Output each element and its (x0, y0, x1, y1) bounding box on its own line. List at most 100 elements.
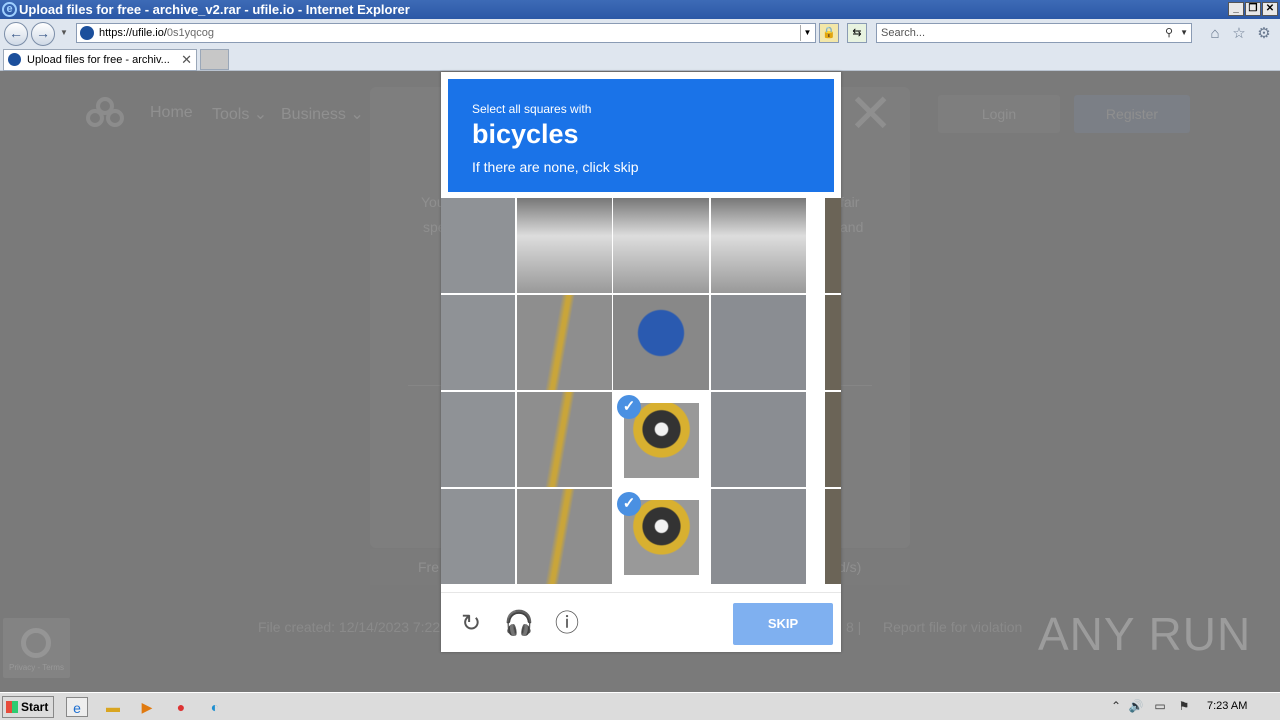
home-icon[interactable]: ⌂ (1206, 25, 1224, 43)
clock[interactable]: 7:23 AM (1207, 693, 1247, 720)
captcha-target: bicycles (472, 119, 579, 149)
captcha-tile[interactable] (517, 295, 612, 390)
register-button[interactable]: Register (1074, 95, 1190, 133)
captcha-tile-image (441, 392, 515, 487)
captcha-tile[interactable] (711, 489, 806, 584)
captcha-tile[interactable] (613, 198, 709, 293)
modal-text-right-1: fair (840, 194, 860, 210)
skip-button[interactable]: SKIP (733, 603, 833, 645)
captcha-tile[interactable] (711, 198, 806, 293)
captcha-tile-image (711, 392, 806, 487)
settings-gear-icon[interactable]: ⚙ (1255, 25, 1273, 43)
ufile-logo-icon[interactable] (86, 97, 130, 131)
captcha-tile-image (711, 489, 806, 584)
captcha-tile[interactable] (441, 198, 515, 293)
favorites-star-icon[interactable]: ☆ (1230, 25, 1248, 43)
ie-taskbar-icon[interactable]: e (66, 697, 88, 717)
file-created-text: File created: 12/14/2023 7:22 (258, 619, 441, 635)
captcha-tile[interactable] (517, 392, 612, 487)
address-bar[interactable]: https://ufile.io/0s1yqcog ▼ (76, 23, 816, 43)
restore-button[interactable]: ❐ (1245, 2, 1261, 16)
captcha-tile-image (517, 295, 612, 390)
captcha-tile-image (441, 295, 515, 390)
recaptcha-badge[interactable]: Privacy - Terms (3, 618, 70, 678)
captcha-tile[interactable]: ✓ (613, 392, 709, 487)
tab-ufile[interactable]: Upload files for free - archiv... ✕ (3, 49, 197, 71)
captcha-tile[interactable] (711, 392, 806, 487)
taskbar: Start e ▬ ▶ ● ◐ ⌃ 🔊 ▭ ⚑ 7:23 AM (0, 692, 1280, 720)
refresh-compat-icon[interactable]: ⇆ (847, 23, 867, 43)
nav-business[interactable]: Business ⌄ (281, 104, 364, 124)
captcha-tile[interactable] (711, 295, 806, 390)
strip-right-text: d/s) (838, 559, 862, 575)
url-host: https://ufile.io/ (99, 27, 167, 39)
checkmark-icon: ✓ (617, 492, 641, 516)
captcha-tile (825, 392, 841, 487)
captcha-tile (825, 295, 841, 390)
captcha-tile (825, 198, 841, 293)
captcha-tile-image (517, 392, 612, 487)
media-player-icon[interactable]: ▶ (136, 697, 158, 717)
ie-icon: e (2, 2, 17, 17)
volume-icon[interactable]: 🔊 (1128, 698, 1144, 714)
captcha-tile-image (711, 295, 806, 390)
reload-icon[interactable]: ↻ (456, 609, 486, 639)
captcha-tile-image (825, 198, 841, 293)
tab-title: Upload files for free - archiv... (27, 54, 170, 66)
back-button[interactable]: ← (4, 22, 28, 46)
checkmark-icon: ✓ (617, 395, 641, 419)
captcha-footer: ↻ 🎧 ⓘ SKIP (441, 592, 841, 652)
nav-home[interactable]: Home (150, 104, 193, 122)
search-dropdown-icon[interactable]: ▼ (1180, 24, 1188, 42)
captcha-tile (825, 489, 841, 584)
forward-button[interactable]: → (31, 22, 55, 46)
history-dropdown-icon[interactable]: ▼ (60, 28, 68, 37)
start-label: Start (21, 700, 49, 714)
edge-icon[interactable]: ◐ (204, 697, 226, 717)
login-button[interactable]: Login (938, 95, 1060, 133)
captcha-tile-image (825, 392, 841, 487)
network-icon[interactable]: ▭ (1152, 698, 1168, 714)
window-title: Upload files for free - archive_v2.rar -… (19, 2, 410, 17)
chrome-icon[interactable]: ● (170, 697, 192, 717)
minimize-button[interactable]: _ (1228, 2, 1244, 16)
address-dropdown-icon[interactable]: ▼ (800, 25, 814, 41)
close-window-button[interactable]: ✕ (1262, 2, 1278, 16)
recaptcha-terms[interactable]: Privacy - Terms (9, 663, 64, 672)
url-path: 0s1yqcog (166, 27, 214, 39)
captcha-tile[interactable] (517, 489, 612, 584)
lock-icon[interactable]: 🔒 (819, 23, 839, 43)
new-tab-button[interactable] (200, 49, 229, 70)
captcha-tile-image (613, 198, 709, 293)
info-icon[interactable]: ⓘ (552, 609, 582, 639)
search-placeholder: Search... (881, 27, 926, 39)
modal-close-icon[interactable]: ✕ (848, 87, 893, 141)
nav-tools[interactable]: Tools ⌄ (212, 104, 267, 124)
captcha-tile[interactable] (441, 392, 515, 487)
report-link[interactable]: Report file for violation (883, 619, 1022, 635)
tab-close-icon[interactable]: ✕ (181, 50, 192, 70)
search-input[interactable]: Search... ⚲ ▼ (876, 23, 1192, 43)
captcha-tile[interactable] (517, 198, 612, 293)
windows-logo-icon (6, 701, 18, 713)
search-icon[interactable]: ⚲ (1165, 24, 1173, 42)
captcha-tile[interactable]: ✓ (613, 489, 709, 584)
strip-left-text: Fre (418, 559, 439, 575)
url-text[interactable]: https://ufile.io/0s1yqcog (99, 24, 214, 42)
captcha-tile[interactable] (613, 295, 709, 390)
hcaptcha-challenge: Select all squares with bicycles If ther… (441, 72, 841, 652)
captcha-tile[interactable] (441, 489, 515, 584)
captcha-image-grid: ✓ ✓ (441, 198, 841, 588)
tray-expand-icon[interactable]: ⌃ (1108, 698, 1124, 714)
captcha-tile-image (825, 489, 841, 584)
audio-icon[interactable]: 🎧 (504, 609, 534, 639)
explorer-folder-icon[interactable]: ▬ (102, 697, 124, 717)
start-button[interactable]: Start (2, 696, 54, 718)
anyrun-watermark: ANY RUN (1038, 608, 1252, 660)
tab-favicon-icon (8, 53, 21, 66)
modal-text-right-2: and (840, 219, 864, 235)
action-center-flag-icon[interactable]: ⚑ (1176, 698, 1192, 714)
captcha-tile[interactable] (441, 295, 515, 390)
captcha-hint: If there are none, click skip (472, 159, 639, 175)
captcha-tile-image (517, 198, 612, 293)
